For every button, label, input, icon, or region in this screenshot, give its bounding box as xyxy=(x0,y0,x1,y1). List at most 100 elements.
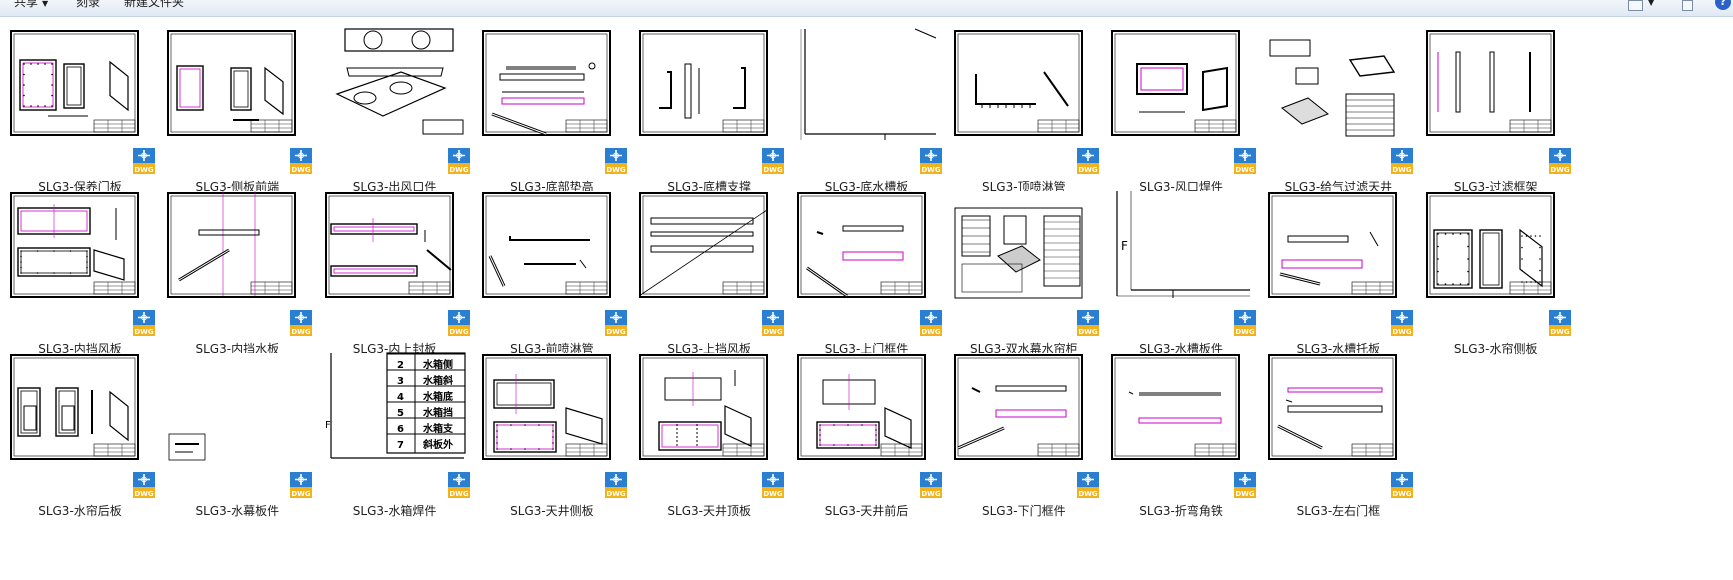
preview-pane-icon[interactable] xyxy=(1682,0,1693,11)
svg-text:DWG: DWG xyxy=(1078,328,1098,336)
file-thumbnail xyxy=(8,28,151,171)
file-name-label: SLG3-下门框件 xyxy=(982,504,1066,518)
file-item[interactable]: DWG SLG3-水幕板件 xyxy=(157,352,313,528)
file-name-label: SLG3-天井前后 xyxy=(824,504,909,518)
svg-text:DWG: DWG xyxy=(292,328,312,336)
file-item[interactable]: DWG SLG3-天井侧板 xyxy=(472,352,627,528)
dwg-file-icon: DWG xyxy=(133,310,155,336)
file-thumbnail xyxy=(1266,352,1409,495)
file-thumbnail xyxy=(165,190,308,333)
dwg-file-icon: DWG xyxy=(1391,148,1414,174)
view-chevron-down-icon[interactable]: ▼ xyxy=(1648,0,1654,7)
file-thumbnail xyxy=(1266,28,1409,171)
file-thumbnail xyxy=(323,28,466,171)
file-item[interactable]: DWG SLG3-水帘侧板 xyxy=(1416,190,1571,366)
file-item[interactable]: DWG SLG3-前喷淋管 xyxy=(472,190,627,366)
file-item[interactable]: DWG SLG3-水帘后板 xyxy=(0,352,155,528)
file-item[interactable]: DWG SLG3-天井前后 xyxy=(787,352,942,528)
file-item[interactable]: DWG SLG3-过滤框架 xyxy=(1416,28,1571,204)
dwg-file-icon: DWG xyxy=(290,472,313,498)
share-menu-button[interactable]: 共享 ▼ xyxy=(14,0,48,10)
svg-text:DWG: DWG xyxy=(1235,328,1255,336)
dwg-file-icon: DWG xyxy=(447,310,470,336)
file-item[interactable]: DWG SLG3-天井顶板 xyxy=(629,352,785,528)
svg-text:DWG: DWG xyxy=(134,328,154,336)
file-thumbnail: F xyxy=(1109,190,1252,333)
svg-text:DWG: DWG xyxy=(1393,490,1413,498)
dwg-file-icon: DWG xyxy=(1076,310,1099,336)
help-icon[interactable]: ? xyxy=(1715,0,1731,10)
file-item[interactable]: DWG SLG3-折弯角铁 xyxy=(1101,352,1257,528)
bom-row-number: 7 xyxy=(397,440,404,451)
file-item[interactable]: F DWG SLG3-水槽板件 xyxy=(1101,190,1257,366)
svg-text:DWG: DWG xyxy=(1078,166,1098,174)
file-item[interactable]: DWG SLG3-上挡风板 xyxy=(629,190,785,366)
file-item[interactable]: F 2 水箱侧 3 水箱斜 4 水箱底 5 水箱挡 6 水箱支 7 斜板外 DWG SLG3-水箱焊件 xyxy=(315,352,470,528)
dwg-file-icon: DWG xyxy=(1234,310,1257,336)
file-thumbnail xyxy=(1424,190,1567,333)
burn-button[interactable]: 刻录 xyxy=(76,0,100,10)
bom-row-number: 6 xyxy=(397,424,404,435)
bom-row-number: 2 xyxy=(397,360,404,371)
svg-text:DWG: DWG xyxy=(449,328,469,336)
file-name-label: SLG3-水幕板件 xyxy=(195,504,280,518)
file-item[interactable]: DWG SLG3-左右门框 xyxy=(1258,352,1414,528)
file-item[interactable]: DWG SLG3-侧板前端 xyxy=(157,28,313,204)
file-thumbnail: F 2 水箱侧 3 水箱斜 4 水箱底 5 水箱挡 6 水箱支 7 斜板外 xyxy=(323,352,466,495)
dwg-file-icon: DWG xyxy=(447,472,470,498)
file-item[interactable]: DWG SLG3-内挡风板 xyxy=(0,190,155,366)
svg-text:DWG: DWG xyxy=(1393,328,1413,336)
file-thumbnail xyxy=(8,352,151,495)
svg-text:DWG: DWG xyxy=(764,328,784,336)
file-item[interactable]: DWG SLG3-内挡水板 xyxy=(157,190,313,366)
dwg-file-icon: DWG xyxy=(1548,148,1571,174)
file-thumbnail xyxy=(1424,28,1567,171)
file-thumbnail xyxy=(1266,190,1409,333)
dwg-file-icon: DWG xyxy=(290,310,313,336)
file-item[interactable]: DWG SLG3-底部垫高 xyxy=(472,28,627,204)
file-thumbnail xyxy=(795,352,938,495)
file-item[interactable]: DWG SLG3-保养门板 xyxy=(0,28,155,204)
svg-text:DWG: DWG xyxy=(606,490,626,498)
dwg-file-icon: DWG xyxy=(1548,310,1571,336)
file-item[interactable]: DWG SLG3-水槽托板 xyxy=(1258,190,1414,366)
file-name-label: SLG3-水箱焊件 xyxy=(352,504,437,518)
dwg-file-icon: DWG xyxy=(1391,472,1414,498)
bom-row-text: 水箱斜 xyxy=(422,374,453,387)
file-item[interactable]: DWG SLG3-风口焊件 xyxy=(1101,28,1257,204)
file-thumbnail xyxy=(1109,352,1252,495)
file-item[interactable]: DWG SLG3-下门框件 xyxy=(944,352,1099,528)
change-view-icon[interactable] xyxy=(1628,0,1643,11)
file-thumbnail xyxy=(952,352,1095,495)
svg-text:DWG: DWG xyxy=(1550,328,1570,336)
file-item[interactable]: DWG SLG3-底槽支撑 xyxy=(629,28,785,204)
file-thumbnail xyxy=(795,190,938,333)
svg-text:DWG: DWG xyxy=(764,166,784,174)
dwg-file-icon: DWG xyxy=(1391,310,1414,336)
svg-text:DWG: DWG xyxy=(1235,490,1255,498)
file-item[interactable]: DWG SLG3-内上封板 xyxy=(315,190,470,366)
file-item[interactable]: DWG SLG3-给气过滤天井 xyxy=(1258,28,1414,204)
bom-row-text: 水箱侧 xyxy=(422,358,453,371)
file-thumbnail xyxy=(480,28,623,171)
file-thumbnail xyxy=(165,28,308,171)
file-item[interactable]: DWG SLG3-顶喷淋管 xyxy=(944,28,1099,204)
file-item[interactable]: DWG SLG3-出风口件 xyxy=(315,28,470,204)
new-folder-button[interactable]: 新建文件夹 xyxy=(124,0,184,10)
bom-letter-f: F xyxy=(325,420,331,431)
svg-text:DWG: DWG xyxy=(1550,166,1570,174)
svg-text:DWG: DWG xyxy=(606,166,626,174)
file-item[interactable]: DWG SLG3-双水幕水帘柜 xyxy=(944,190,1099,366)
corner-f-letter: F xyxy=(1121,239,1128,253)
dwg-file-icon: DWG xyxy=(919,148,942,174)
file-thumbnail xyxy=(480,190,623,333)
dwg-file-icon: DWG xyxy=(1234,148,1257,174)
dwg-file-icon: DWG xyxy=(133,148,155,174)
file-item[interactable]: DWG SLG3-底水槽板 xyxy=(787,28,942,204)
svg-text:DWG: DWG xyxy=(1235,166,1255,174)
dwg-file-icon: DWG xyxy=(604,148,627,174)
file-item[interactable]: DWG SLG3-上门框件 xyxy=(787,190,942,366)
file-name-label: SLG3-天井侧板 xyxy=(510,504,594,518)
svg-text:DWG: DWG xyxy=(1393,166,1413,174)
dwg-file-icon: DWG xyxy=(290,148,313,174)
